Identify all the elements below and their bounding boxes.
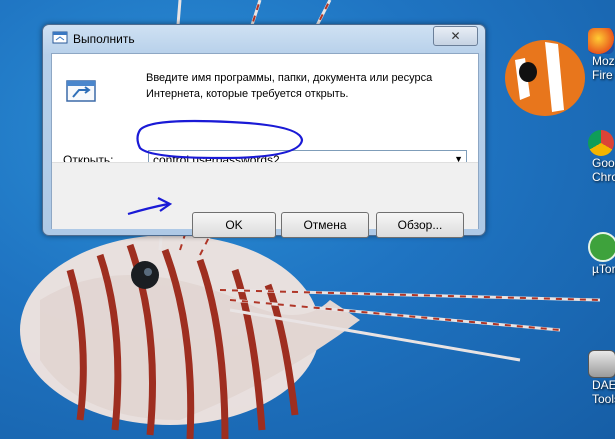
desktop-icon-sublabel: Tools [592,392,615,406]
desktop-icon-utorrent[interactable]: µTor [584,232,615,276]
desktop-icon-daemon-tools[interactable]: DAE Tools [584,350,615,406]
run-dialog: Выполнить ✕ Введите имя программы, папки… [42,24,486,238]
dialog-body: Введите имя программы, папки, документа … [51,53,479,238]
close-button[interactable]: ✕ [433,26,478,46]
chrome-icon [588,130,614,156]
desktop-icon-sublabel: Fire [592,68,613,82]
desktop-icon-label: DAE [592,378,615,392]
browse-button[interactable]: Обзор... [376,212,464,238]
cancel-button-label: Отмена [303,218,347,232]
dialog-titlebar[interactable]: Выполнить ✕ [43,25,485,53]
utorrent-icon [588,232,615,262]
ok-button[interactable]: OK [192,212,276,238]
close-icon: ✕ [450,29,461,43]
desktop-icon-label: Mozi [592,54,615,68]
run-app-icon [52,31,68,44]
desktop-icon-firefox[interactable]: Mozi Fire [584,28,615,82]
desktop-icon-chrome[interactable]: Goo Chro [584,130,615,184]
dialog-title: Выполнить [73,32,135,46]
daemon-tools-icon [588,350,615,378]
browse-button-label: Обзор... [397,218,443,232]
cancel-button[interactable]: Отмена [281,212,369,238]
ok-button-label: OK [225,218,243,232]
run-program-icon [66,80,96,102]
dialog-description: Введите имя программы, папки, документа … [146,72,433,100]
firefox-icon [588,28,614,54]
desktop-icon-sublabel: Chro [592,170,615,184]
desktop-icon-label: Goo [592,156,615,170]
desktop-icon-label: µTor [592,262,615,276]
